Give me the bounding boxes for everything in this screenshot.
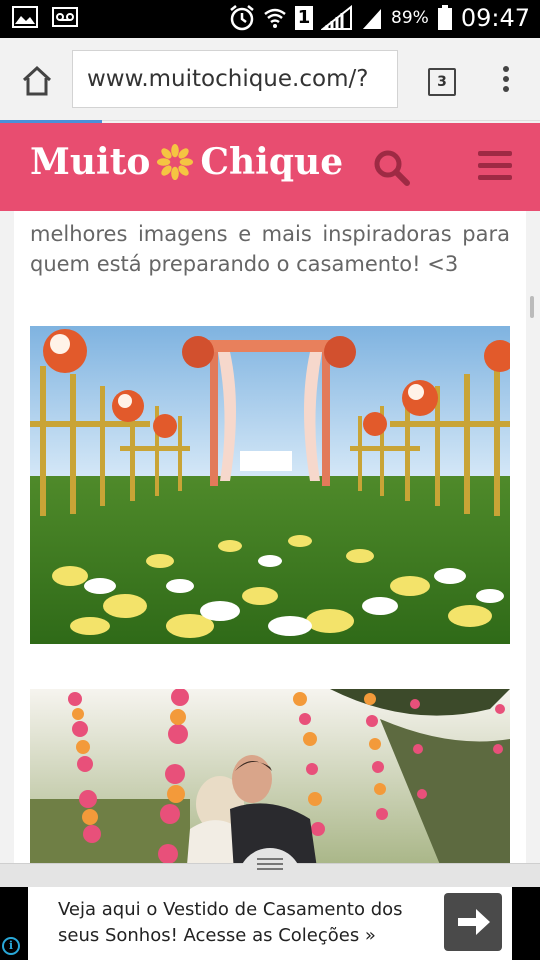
couple-hearts-photo[interactable] [30, 689, 510, 863]
hamburger-line [478, 163, 512, 168]
home-button[interactable] [20, 64, 54, 98]
ad-info-icon[interactable]: i [2, 937, 20, 955]
battery-icon [437, 5, 453, 31]
menu-dot [503, 66, 509, 72]
ad-banner: Veja aqui o Vestido de Casamento dos seu… [0, 887, 540, 960]
article-content: melhores imagens e mais inspiradoras par… [14, 211, 526, 863]
signal-icon [321, 5, 353, 31]
site-logo[interactable]: Muito Chique [30, 141, 343, 183]
clipped-line [30, 211, 510, 219]
home-icon [22, 65, 52, 96]
wifi-icon [263, 5, 287, 31]
logo-text-left: Muito [30, 141, 151, 183]
sim-1-icon: 1 [295, 6, 314, 30]
browser-menu-button[interactable] [502, 66, 510, 96]
article-intro: melhores imagens e mais inspiradoras par… [30, 211, 510, 279]
drawer-grip[interactable] [238, 848, 302, 888]
browser-toolbar: www.muitochique.com/? 3 [0, 38, 540, 121]
search-icon [374, 150, 410, 186]
status-bar: 1 89% 09:47 [0, 0, 540, 38]
flower-icon [157, 143, 194, 181]
alarm-icon [229, 4, 255, 32]
logo-text-right: Chique [200, 141, 344, 183]
search-button[interactable] [372, 148, 412, 188]
wedding-aisle-photo[interactable] [30, 326, 510, 644]
image-icon [12, 6, 38, 28]
menu-button[interactable] [478, 151, 512, 181]
ad-text[interactable]: Veja aqui o Vestido de Casamento dos seu… [58, 897, 428, 949]
menu-dot [503, 76, 509, 82]
grip-icon [238, 848, 302, 870]
ad-arrow-button[interactable] [444, 893, 502, 951]
voicemail-icon [52, 6, 78, 28]
site-header: Muito Chique [0, 123, 540, 211]
signal-icon-2 [361, 5, 383, 31]
arrow-right-icon [458, 909, 490, 935]
ad-content[interactable]: Veja aqui o Vestido de Casamento dos seu… [28, 887, 512, 960]
intro-text: melhores imagens e mais inspiradoras par… [30, 222, 510, 276]
battery-percent: 89% [391, 8, 429, 28]
ad-drawer-handle[interactable] [0, 848, 540, 888]
hamburger-line [478, 151, 512, 156]
scrollbar[interactable] [530, 296, 534, 318]
clock: 09:47 [460, 4, 530, 32]
hamburger-line [478, 175, 512, 180]
url-field[interactable]: www.muitochique.com/? [72, 50, 398, 108]
menu-dot [503, 86, 509, 92]
tab-switcher-button[interactable]: 3 [428, 68, 456, 96]
